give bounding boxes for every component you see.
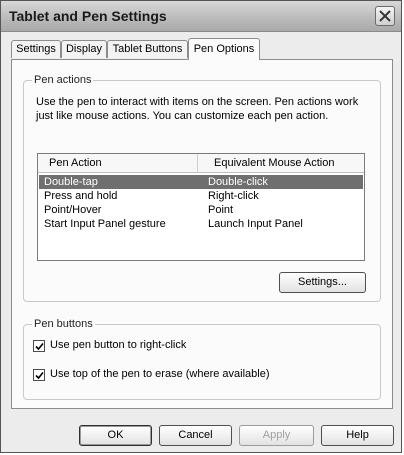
help-button[interactable]: Help (321, 425, 394, 446)
erase-label: Use top of the pen to erase (where avail… (50, 368, 270, 380)
pen-actions-list[interactable]: Pen Action Equivalent Mouse Action Doubl… (37, 153, 365, 261)
pen-options-panel: Pen actions Use the pen to interact with… (11, 59, 393, 409)
list-header: Pen Action Equivalent Mouse Action (38, 154, 364, 173)
mouse-action-cell: Point (208, 204, 234, 216)
close-button[interactable] (375, 6, 395, 26)
ok-button[interactable]: OK (79, 425, 152, 446)
right-click-checkbox[interactable] (33, 340, 45, 352)
list-item[interactable]: Point/Hover Point (39, 203, 363, 217)
pen-action-cell: Double-tap (44, 176, 98, 188)
right-click-label: Use pen button to right-click (50, 339, 187, 351)
checkmark-icon (35, 371, 44, 380)
mouse-action-cell: Right-click (208, 190, 259, 202)
list-item[interactable]: Start Input Panel gesture Launch Input P… (39, 217, 363, 231)
tab-pen-options[interactable]: Pen Options (188, 38, 260, 60)
tab-tablet-buttons[interactable]: Tablet Buttons (107, 40, 188, 58)
mouse-action-cell: Launch Input Panel (208, 218, 303, 230)
pen-buttons-title: Pen buttons (32, 318, 95, 330)
apply-button[interactable]: Apply (239, 425, 314, 446)
checkmark-icon (35, 342, 44, 351)
list-item[interactable]: Press and hold Right-click (39, 189, 363, 203)
pen-actions-description: Use the pen to interact with items on th… (36, 96, 359, 122)
cancel-button[interactable]: Cancel (159, 425, 232, 446)
settings-button[interactable]: Settings... (279, 272, 366, 293)
window-title: Tablet and Pen Settings (9, 8, 167, 24)
tab-display[interactable]: Display (61, 40, 107, 58)
column-header-mouse-action[interactable]: Equivalent Mouse Action (198, 154, 364, 172)
list-item[interactable]: Double-tap Double-click (39, 175, 363, 189)
mouse-action-cell: Double-click (208, 176, 268, 188)
pen-action-cell: Start Input Panel gesture (44, 218, 166, 230)
tablet-pen-settings-dialog: Tablet and Pen Settings Settings Display… (0, 0, 402, 453)
tab-settings[interactable]: Settings (11, 40, 61, 58)
pen-actions-group: Pen actions Use the pen to interact with… (23, 74, 381, 302)
pen-actions-title: Pen actions (32, 74, 94, 86)
title-bar[interactable]: Tablet and Pen Settings (1, 1, 401, 32)
close-icon (379, 10, 391, 22)
pen-buttons-group: Pen buttons Use pen button to right-clic… (23, 318, 381, 400)
pen-action-cell: Point/Hover (44, 204, 102, 216)
erase-checkbox[interactable] (33, 369, 45, 381)
column-header-pen-action[interactable]: Pen Action (38, 154, 198, 172)
pen-action-cell: Press and hold (44, 190, 118, 202)
